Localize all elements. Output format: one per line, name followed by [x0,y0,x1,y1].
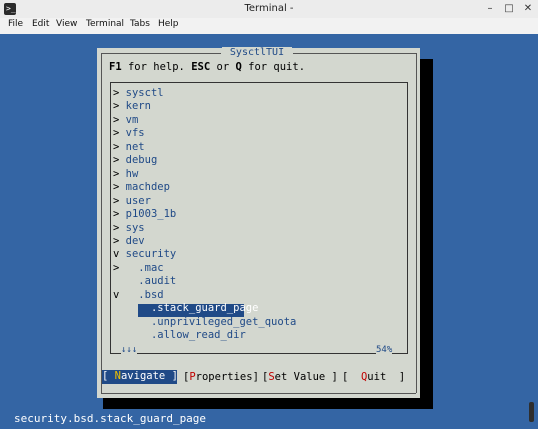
tree-item-label: .audit [125,275,177,288]
button-label: roperties [195,371,253,383]
tree-item-label: vfs [125,127,145,140]
tree-item[interactable]: .unprivileged_get_quota [113,316,296,329]
dialog-border [101,393,416,394]
button-bracket: ] [386,371,406,383]
tree-item[interactable]: .stack_guard_page [113,302,258,315]
tree-item-label: machdep [125,181,170,194]
close-icon[interactable]: ✕ [522,3,534,15]
menubar [0,18,538,34]
tree-item[interactable]: > machdep [113,181,170,194]
status-path: security.bsd.stack_guard_page [14,412,207,425]
button-label: uit [367,371,387,383]
tree-item[interactable]: .audit [113,275,176,288]
properties-button[interactable]: [Properties] [183,371,259,384]
tree-item[interactable]: > hw [113,168,138,181]
tree-item[interactable]: v security [113,248,176,261]
tree-item-label: user [125,194,151,207]
tree-item[interactable]: > .mac [113,262,164,275]
tree-item[interactable]: v .bsd [113,289,164,302]
navigate-button[interactable]: [ Navigate ] [102,370,178,384]
menu-tabs[interactable]: Tabs [130,19,150,29]
tree-item-label: kern [125,100,151,113]
button-bracket: ] [165,370,178,382]
tree-item[interactable]: > sysctl [113,87,164,100]
tree-item[interactable]: > vfs [113,127,145,140]
menu-terminal[interactable]: Terminal [86,19,124,29]
terminal-scrollbar[interactable] [529,402,534,422]
help-key-esc: ESC [191,61,211,73]
tree-item-label: sysctl [125,87,164,99]
tree-item[interactable]: > debug [113,154,157,167]
help-text: for help. [121,61,192,73]
maximize-icon[interactable]: □ [503,3,515,15]
button-bracket: ] [325,371,338,383]
button-label: avigate [120,370,166,382]
tree-item[interactable]: .allow_read_dir [113,329,246,342]
tree-item[interactable]: > vm [113,114,138,127]
tree-item-label: dev [125,234,145,247]
window-title: Terminal - [244,3,294,14]
button-label: et Value [274,371,326,383]
tree-item-label: hw [125,167,139,180]
scroll-percent: 54% [376,344,393,358]
tree-item-label: security [125,248,177,261]
help-text: for quit. [241,61,306,73]
tree-item[interactable]: > kern [113,100,151,113]
tree-item[interactable]: > dev [113,235,145,248]
dialog-border [293,53,416,54]
tree-item-label: .bsd [125,288,164,301]
dialog-title: SysctlTUI [222,47,292,61]
menu-view[interactable]: View [56,19,77,29]
tree-item-label: .stack_guard_page [125,302,259,315]
tree-item[interactable]: > sys [113,222,145,235]
tree-item-label: sys [125,221,145,234]
menu-help[interactable]: Help [158,19,179,29]
tree-item-label: net [125,140,145,153]
tree-item-label: .mac [125,261,164,274]
tree-item[interactable]: > net [113,141,145,154]
scroll-down-indicator: ↓↓↓ [121,344,138,358]
tree-item[interactable]: > p1003_1b [113,208,176,221]
dialog-border [101,53,221,54]
dialog-border [101,53,102,393]
tree-item-label: .allow_read_dir [125,329,246,342]
tree-item[interactable]: > user [113,195,151,208]
quit-button[interactable]: [ Quit ] [342,371,405,384]
tree-item-label: vm [125,113,139,126]
minimize-icon[interactable]: – [484,3,496,15]
tree-item-label: debug [125,154,158,167]
tree-item-label: .unprivileged_get_quota [125,315,297,328]
set-value-button[interactable]: [Set Value ] [262,371,338,384]
button-bracket: ] [252,371,259,383]
button-bracket: [ [102,370,115,382]
help-key-f1: F1 [109,61,122,73]
dialog-border [416,53,417,393]
button-bracket: [ [342,371,361,383]
menu-file[interactable]: File [8,19,23,29]
menu-edit[interactable]: Edit [32,19,49,29]
help-text: or [210,61,236,73]
help-line: F1 for help. ESC or Q for quit. [109,61,305,74]
tree-item-label: p1003_1b [125,208,177,221]
